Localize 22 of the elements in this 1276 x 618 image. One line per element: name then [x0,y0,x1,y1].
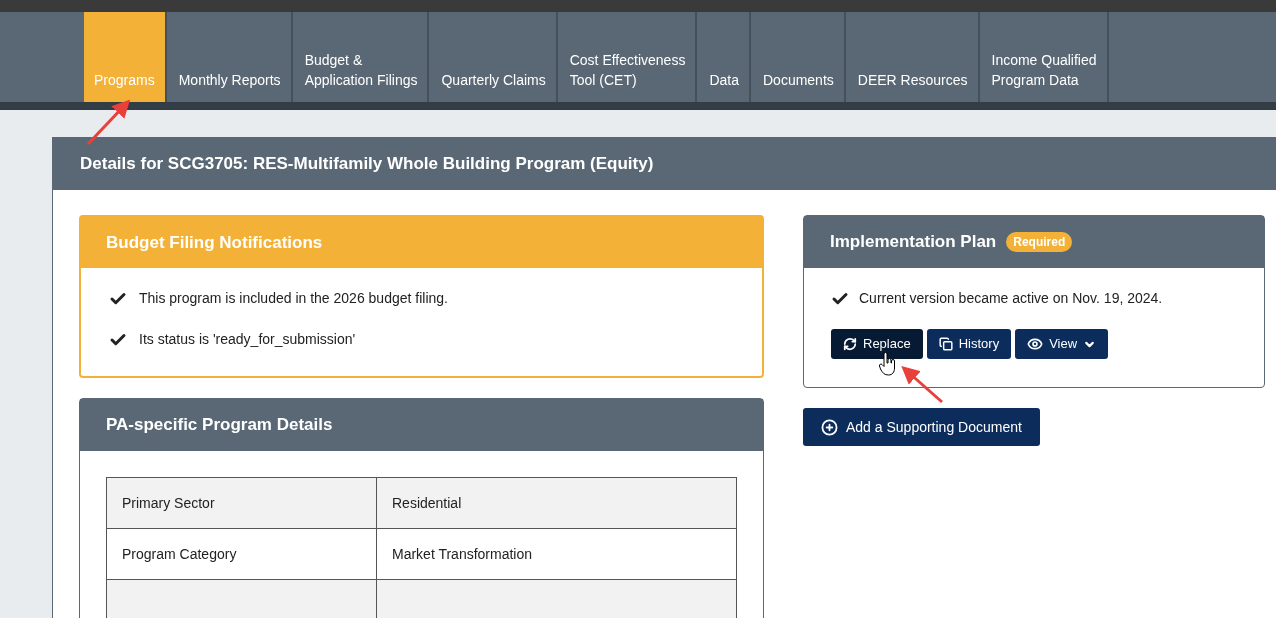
refresh-icon [843,337,857,351]
table-cell: Market Transformation [376,528,737,580]
view-button[interactable]: View [1015,329,1109,359]
panel-title: PA-specific Program Details [80,399,763,451]
table-cell: Residential [376,477,737,529]
replace-button[interactable]: Replace [831,329,923,359]
required-badge: Required [1006,232,1073,252]
plus-circle-icon [821,418,838,436]
notification-text: Its status is 'ready_for_submission' [139,330,356,349]
table-cell: Primary Sector [106,477,377,529]
copy-icon [938,337,953,351]
panel-title: Implementation Plan [830,231,997,254]
status-text: Current version became active on Nov. 19, 2024. [859,289,1163,308]
panel-title: Budget Filing Notifications [81,217,762,268]
hand-cursor-icon [879,352,897,378]
history-button[interactable]: History [926,329,1012,359]
table-cell: Program Category [106,528,377,580]
annotation-arrow [900,364,946,406]
eye-icon [1027,336,1044,352]
notification-text: This program is included in the 2026 budget filing. [139,289,448,308]
details-title: Details for SCG3705: RES-Multifamily Whole Building Program (Equity) [53,138,1276,190]
add-document-button[interactable]: Add a Supporting Document [803,408,1040,446]
